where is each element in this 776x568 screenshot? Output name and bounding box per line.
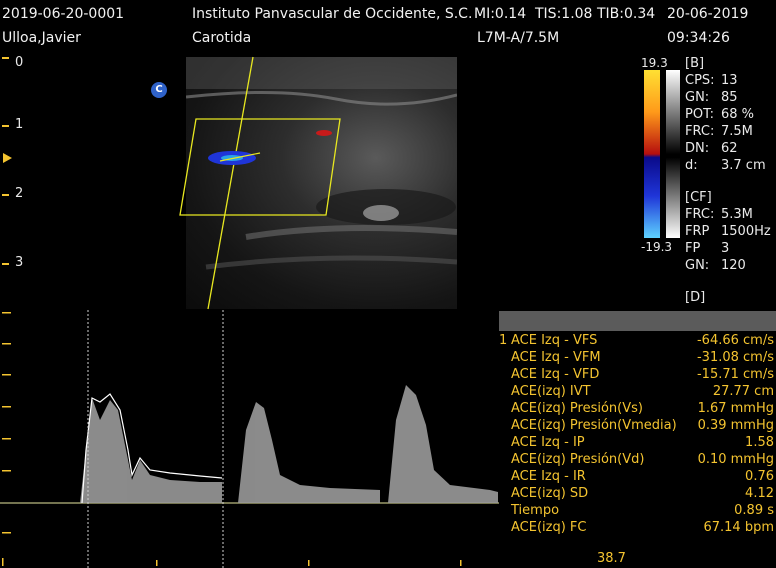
param-value: 68 % (721, 107, 755, 122)
param-key: DN: (685, 141, 710, 156)
measurement-row: ACE Izq - VFM -31.08 cm/s (499, 350, 776, 367)
measurement-row: ACE Izq - IR 0.76 (499, 469, 776, 486)
param-row: DN: 62 (685, 141, 738, 156)
measurement-row: ACE Izq - IP 1.58 (499, 435, 776, 452)
spectral-doppler[interactable] (0, 310, 500, 568)
measurement-value: -64.66 cm/s (696, 333, 774, 348)
param-value: 5.3M (721, 207, 753, 222)
param-value: 1500Hz (721, 224, 771, 239)
measurement-label: ACE Izq - IR (511, 469, 586, 484)
b-header: [B] (685, 56, 705, 71)
param-key: CPS: (685, 73, 715, 88)
param-row: GN: 120 (685, 258, 746, 273)
color-scale-min: -19.3 (641, 240, 673, 254)
param-row: GN: 85 (685, 90, 738, 105)
measurement-value: 0.89 s (734, 503, 774, 518)
param-value: 3 (721, 241, 730, 256)
measurement-row: ACE Izq - VFD -15.71 cm/s (499, 367, 776, 384)
param-key: GN: (685, 258, 710, 273)
measurement-row: Tiempo 0.89 s (499, 503, 776, 520)
doppler-cursor-line[interactable] (207, 56, 254, 310)
param-key: FRC: (685, 207, 715, 222)
color-flow-red (316, 130, 332, 136)
measurement-value: 67.14 bpm (703, 520, 774, 535)
measurement-value: 4.12 (745, 486, 774, 501)
param-row: FRC: 5.3M (685, 207, 753, 222)
measurement-label: ACE Izq - VFS (511, 333, 598, 348)
measurement-label: ACE(izq) IVT (511, 384, 591, 399)
measurement-value: 0.76 (745, 469, 774, 484)
param-key: GN: (685, 90, 710, 105)
measurement-label: ACE(izq) SD (511, 486, 589, 501)
measurement-label: ACE Izq - VFD (511, 367, 600, 382)
bottom-value: 38.7 (597, 551, 626, 566)
measurement-row: ACE(izq) SD 4.12 (499, 486, 776, 503)
param-row: d: 3.7 cm (685, 158, 766, 173)
measurement-label: ACE Izq - IP (511, 435, 585, 450)
measurement-row: ACE(izq) Presión(Vs) 1.67 mmHg (499, 401, 776, 418)
param-row: POT: 68 % (685, 107, 754, 122)
param-key: POT: (685, 107, 714, 122)
measurement-index: 1 (499, 333, 508, 348)
d-header: [D] (685, 290, 706, 305)
param-key: FRP (685, 224, 710, 239)
measurement-label: ACE(izq) Presión(Vs) (511, 401, 643, 416)
measurement-value: 27.77 cm (712, 384, 774, 399)
measurement-value: -31.08 cm/s (696, 350, 774, 365)
param-value: 62 (721, 141, 738, 156)
measurement-label: ACE(izq) FC (511, 520, 587, 535)
param-row: FRP 1500Hz (685, 224, 771, 239)
measurement-panel: 1 ACE Izq - VFS -64.66 cm/s ACE Izq - VFM -… (499, 311, 776, 541)
param-key: d: (685, 158, 698, 173)
measurement-row: ACE(izq) IVT 27.77 cm (499, 384, 776, 401)
param-key: FRC: (685, 124, 715, 139)
measurement-label: Tiempo (511, 503, 560, 518)
measurement-row: ACE(izq) Presión(Vmedia) 0.39 mmHg (499, 418, 776, 435)
color-box[interactable] (179, 118, 341, 216)
measurement-label: ACE Izq - VFM (511, 350, 601, 365)
param-value: 85 (721, 90, 738, 105)
grayscale-bar (666, 70, 680, 238)
param-value: 120 (721, 258, 746, 273)
measurement-value: 1.67 mmHg (697, 401, 774, 416)
cf-header: [CF] (685, 190, 712, 205)
param-row: FRC: 7.5M (685, 124, 753, 139)
param-value: 3.7 cm (721, 158, 766, 173)
measurement-row: 1 ACE Izq - VFS -64.66 cm/s (499, 333, 776, 350)
param-key: FP (685, 241, 701, 256)
param-value: 13 (721, 73, 738, 88)
measurement-row: ACE(izq) Presión(Vd) 0.10 mmHg (499, 452, 776, 469)
measurement-row: ACE(izq) FC 67.14 bpm (499, 520, 776, 537)
param-row: CPS: 13 (685, 73, 738, 88)
param-value: 7.5M (721, 124, 753, 139)
measurement-value: 0.39 mmHg (697, 418, 774, 433)
measurement-value: -15.71 cm/s (696, 367, 774, 382)
color-velocity-bar (644, 70, 660, 238)
color-scale-max: 19.3 (641, 56, 668, 70)
measurement-panel-header (499, 311, 776, 331)
measurement-label: ACE(izq) Presión(Vd) (511, 452, 645, 467)
measurement-value: 1.58 (745, 435, 774, 450)
measurement-value: 0.10 mmHg (697, 452, 774, 467)
param-row: FP 3 (685, 241, 729, 256)
measurement-label: ACE(izq) Presión(Vmedia) (511, 418, 677, 433)
